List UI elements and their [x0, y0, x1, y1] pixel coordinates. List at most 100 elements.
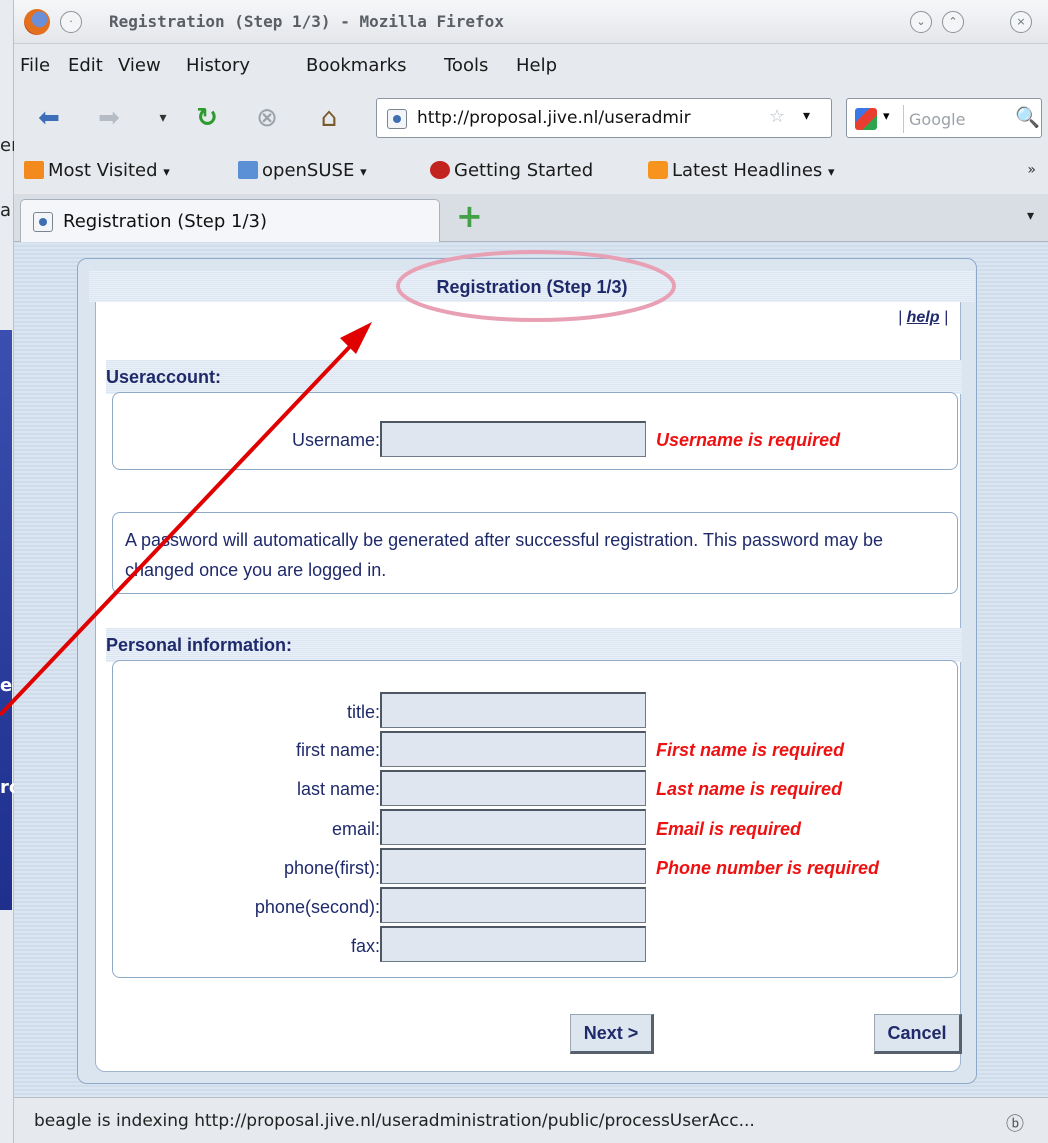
status-bar: beagle is indexing http://proposal.jive.… — [14, 1097, 1048, 1143]
maximize-icon[interactable]: ⌃ — [942, 11, 964, 33]
phone-first-error: Phone number is required — [656, 858, 880, 878]
folder-icon — [238, 161, 258, 179]
bookmark-opensuse[interactable]: openSUSE ▾ — [238, 160, 367, 181]
phone-second-label: phone(second): — [254, 897, 380, 917]
background-text-fragment: e — [0, 675, 13, 696]
menu-view[interactable]: View — [118, 55, 161, 76]
first-name-input[interactable] — [380, 731, 646, 767]
title-bar: · Registration (Step 1/3) - Mozilla Fire… — [14, 0, 1048, 44]
bookmarks-toolbar: Most Visited ▾ openSUSE ▾ Getting Starte… — [14, 148, 1048, 194]
bookmark-label: Getting Started — [454, 160, 594, 181]
tab-registration[interactable]: Registration (Step 1/3) — [20, 199, 440, 242]
fax-label: fax: — [350, 936, 380, 956]
next-button[interactable]: Next > — [570, 1014, 654, 1054]
chevron-down-icon: ▾ — [360, 165, 367, 180]
tab-label: Registration (Step 1/3) — [63, 211, 267, 232]
window-title: Registration (Step 1/3) - Mozilla Firefo… — [109, 12, 504, 31]
email-label: email: — [331, 819, 380, 839]
panel-header: Registration (Step 1/3) — [89, 271, 975, 302]
section-heading: Personal information: — [106, 635, 293, 655]
password-note-box: A password will automatically be generat… — [112, 512, 958, 594]
last-name-label: last name: — [296, 779, 380, 799]
bookmark-most-visited[interactable]: Most Visited ▾ — [24, 160, 170, 181]
help-pipe: | — [898, 309, 903, 326]
bookmark-label: Most Visited — [48, 160, 158, 181]
url-input[interactable] — [417, 105, 767, 131]
chevron-down-icon: ▾ — [163, 165, 170, 180]
first-name-error: First name is required — [656, 740, 845, 760]
last-name-input[interactable] — [380, 770, 646, 806]
bookmark-label: openSUSE — [262, 160, 355, 181]
forward-arrow-icon[interactable]: ➡ — [92, 102, 126, 136]
phone-first-input[interactable] — [380, 848, 646, 884]
menu-tools[interactable]: Tools — [444, 55, 488, 76]
title-input[interactable] — [380, 692, 646, 728]
chevron-down-icon: ▾ — [828, 165, 835, 180]
search-input[interactable] — [909, 106, 1005, 132]
url-dropdown-icon[interactable]: ▾ — [803, 108, 810, 124]
phone-first-label: phone(first): — [283, 858, 380, 878]
tab-favicon-icon — [33, 212, 53, 232]
background-window: er a e rc — [0, 0, 20, 1143]
personal-info-section-header: Personal information: — [106, 628, 962, 662]
search-engine-dropdown-icon[interactable]: ▾ — [883, 109, 890, 124]
minimize-icon[interactable]: ⌄ — [910, 11, 932, 33]
new-tab-icon[interactable]: + — [456, 200, 483, 232]
bookmark-star-icon[interactable]: ☆ — [769, 106, 785, 127]
first-name-label: first name: — [295, 740, 380, 760]
bookmarks-overflow-icon[interactable]: » — [1027, 162, 1036, 178]
last-name-error: Last name is required — [656, 779, 843, 799]
username-input[interactable] — [380, 421, 646, 457]
useraccount-section-header: Useraccount: — [106, 360, 962, 394]
section-heading: Useraccount: — [106, 367, 222, 387]
site-favicon-icon — [387, 109, 407, 129]
menu-file[interactable]: File — [20, 55, 50, 76]
title-label: title: — [346, 702, 380, 722]
email-error: Email is required — [656, 819, 802, 839]
stop-icon[interactable]: ⊗ — [250, 102, 284, 136]
reload-icon[interactable]: ↻ — [190, 102, 224, 136]
menu-history[interactable]: History — [186, 55, 250, 76]
search-box[interactable]: ▾ 🔍 — [846, 98, 1042, 138]
rss-feed-icon — [648, 161, 668, 179]
bookmark-label: Latest Headlines — [672, 160, 823, 181]
email-input[interactable] — [380, 809, 646, 845]
google-search-engine-icon[interactable] — [855, 108, 877, 130]
cancel-button[interactable]: Cancel — [874, 1014, 962, 1054]
window-menu-icon[interactable]: · — [60, 11, 82, 33]
beagle-indexing-icon: ⓑ — [1006, 1114, 1024, 1135]
navigation-toolbar: ⬅ ➡ ▾ ↻ ⊗ ⌂ ☆ ▾ ▾ 🔍 — [14, 88, 1048, 148]
status-text: beagle is indexing http://proposal.jive.… — [34, 1111, 755, 1131]
phone-second-input[interactable] — [380, 887, 646, 923]
bookmark-getting-started[interactable]: Getting Started — [430, 160, 593, 181]
menu-bookmarks[interactable]: Bookmarks — [306, 55, 407, 76]
help-pipe: | — [943, 309, 949, 326]
page-viewport: Registration (Step 1/3) | help | Useracc… — [14, 242, 1048, 1097]
search-divider — [903, 105, 904, 133]
back-arrow-icon[interactable]: ⬅ — [32, 102, 66, 136]
firefox-logo-icon — [24, 9, 50, 35]
home-icon[interactable]: ⌂ — [312, 102, 346, 136]
username-error: Username is required — [656, 430, 841, 450]
background-banner — [0, 330, 12, 910]
help-link[interactable]: help — [907, 309, 940, 326]
username-label: Username: — [291, 430, 380, 450]
fax-input[interactable] — [380, 926, 646, 962]
menu-bar: File Edit View History Bookmarks Tools H… — [14, 44, 1048, 88]
search-icon[interactable]: 🔍 — [1015, 105, 1040, 129]
bookmark-latest-headlines[interactable]: Latest Headlines ▾ — [648, 160, 835, 181]
help-link-container: | help | — [898, 309, 948, 327]
tab-list-icon[interactable]: ▾ — [1027, 208, 1034, 224]
getting-started-icon — [430, 161, 450, 179]
url-bar[interactable]: ☆ ▾ — [376, 98, 832, 138]
menu-edit[interactable]: Edit — [68, 55, 103, 76]
background-text-fragment: a — [0, 200, 12, 221]
history-dropdown-icon[interactable]: ▾ — [146, 102, 180, 136]
firefox-window: · Registration (Step 1/3) - Mozilla Fire… — [14, 0, 1048, 1143]
close-icon[interactable]: × — [1010, 11, 1032, 33]
tab-strip: Registration (Step 1/3) + ▾ — [14, 194, 1048, 242]
page-title: Registration (Step 1/3) — [436, 277, 628, 297]
menu-help[interactable]: Help — [516, 55, 557, 76]
password-note: A password will automatically be generat… — [125, 530, 884, 580]
most-visited-icon — [24, 161, 44, 179]
